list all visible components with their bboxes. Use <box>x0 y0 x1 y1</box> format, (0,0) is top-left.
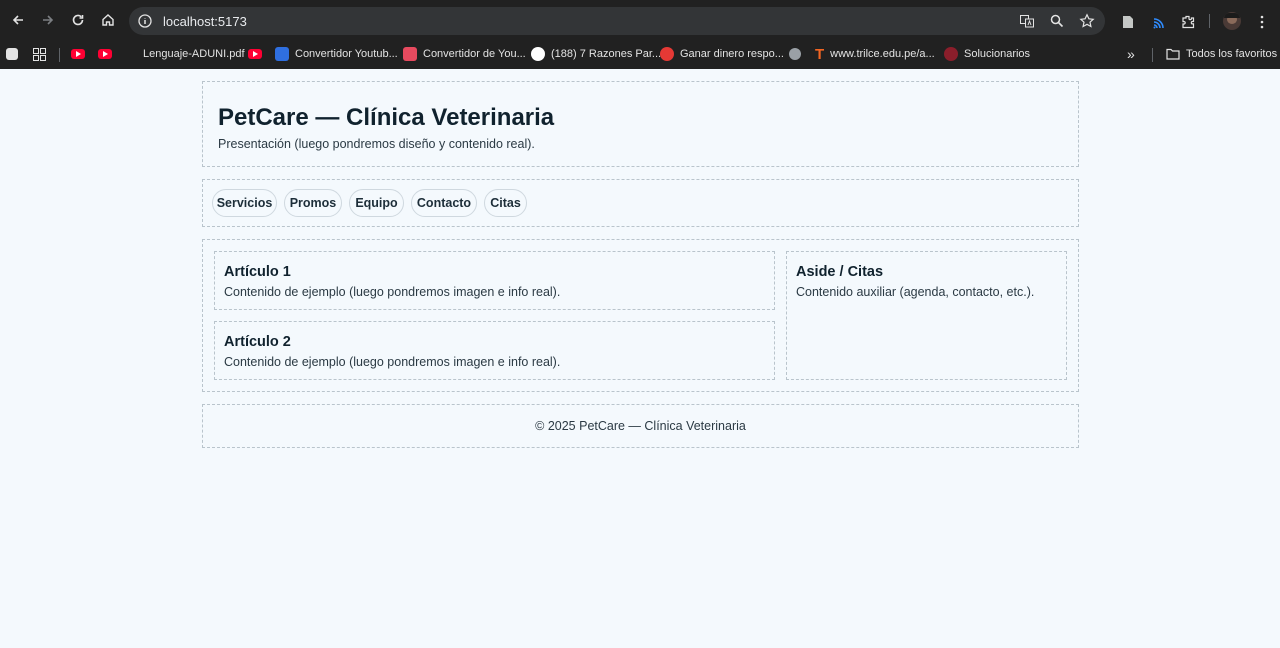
bookmark-label: Convertidor de You... <box>423 48 526 60</box>
site-info-icon[interactable] <box>137 13 153 29</box>
page-viewport: PetCare — Clínica Veterinaria Presentaci… <box>0 69 1280 648</box>
bookmarks-bar: Lenguaje-ADUNI.pdf Convertidor Youtub...… <box>0 40 1280 69</box>
google-icon <box>531 47 545 61</box>
bookmark-trilce[interactable]: Twww.trilce.edu.pe/a... <box>815 45 935 63</box>
bookmark-lenguaje[interactable]: Lenguaje-ADUNI.pdf <box>143 45 245 63</box>
bookmarks-divider <box>59 48 60 62</box>
download-icon <box>403 47 417 61</box>
home-icon <box>102 14 114 26</box>
article-title: Artículo 2 <box>224 334 291 350</box>
bookmark-label: (188) 7 Razones Par... <box>551 48 662 60</box>
bookmark-convertidor-de-you[interactable]: Convertidor de You... <box>403 45 526 63</box>
apps-grid-icon <box>33 47 46 61</box>
bookmark-blank[interactable] <box>6 45 18 63</box>
youtube-icon <box>248 49 262 59</box>
blank-page-icon <box>6 48 18 60</box>
site-footer: © 2025 PetCare — Clínica Veterinaria <box>202 404 1079 448</box>
browser-toolbar: localhost:5173 <box>0 0 1280 40</box>
nav-link-citas[interactable]: Citas <box>484 189 527 217</box>
article-title: Artículo 1 <box>224 264 291 280</box>
reload-icon <box>72 14 84 26</box>
ganar-dinero-icon <box>660 47 674 61</box>
address-bar[interactable]: localhost:5173 <box>129 7 1105 35</box>
aside-panel: Aside / Citas Contenido auxiliar (agenda… <box>786 251 1067 380</box>
site-title: PetCare — Clínica Veterinaria <box>218 104 555 131</box>
bookmarks-overflow-button[interactable]: » <box>1127 45 1135 63</box>
back-button[interactable] <box>4 6 32 34</box>
all-bookmarks-folder[interactable]: Todos los favoritos <box>1166 45 1277 63</box>
bookmarks-divider <box>1152 48 1153 62</box>
globe-icon <box>789 48 801 60</box>
bookmark-ganar-dinero[interactable]: Ganar dinero respo... <box>660 45 784 63</box>
nav-link-equipo[interactable]: Equipo <box>349 189 404 217</box>
toolbar-divider <box>1209 14 1210 28</box>
translate-icon[interactable] <box>1019 13 1035 29</box>
reading-list-icon[interactable] <box>1120 14 1136 30</box>
folder-icon <box>1166 48 1180 60</box>
article-card: Artículo 1 Contenido de ejemplo (luego p… <box>214 251 775 310</box>
bookmark-globe[interactable] <box>789 45 801 63</box>
bookmark-solucionarios[interactable]: Solucionarios <box>944 45 1030 63</box>
bookmark-label: www.trilce.edu.pe/a... <box>830 48 935 60</box>
star-icon[interactable] <box>1079 13 1095 29</box>
browser-chrome: localhost:5173 Lenguaje-ADUNI.pdf Conver… <box>0 0 1280 69</box>
youtube-icon <box>71 49 85 59</box>
site-header: PetCare — Clínica Veterinaria Presentaci… <box>202 81 1079 167</box>
bookmark-youtube-1[interactable] <box>71 45 85 63</box>
bookmark-label: Solucionarios <box>964 48 1031 60</box>
nav-link-servicios[interactable]: Servicios <box>212 189 277 217</box>
url-text[interactable]: localhost:5173 <box>163 14 247 29</box>
footer-copyright: © 2025 PetCare — Clínica Veterinaria <box>535 419 746 433</box>
bookmark-convertidor-youtub[interactable]: Convertidor Youtub... <box>275 45 398 63</box>
avatar-hair <box>1224 13 1240 18</box>
site-subtitle: Presentación (luego pondremos diseño y c… <box>218 137 535 151</box>
main-nav: Servicios Promos Equipo Contacto Citas <box>202 179 1079 227</box>
youtube-icon <box>98 49 112 59</box>
bookmark-label: Convertidor Youtub... <box>295 48 398 60</box>
article-body: Contenido de ejemplo (luego pondremos im… <box>224 355 561 369</box>
bookmark-label: Lenguaje-ADUNI.pdf <box>143 48 245 60</box>
article-card: Artículo 2 Contenido de ejemplo (luego p… <box>214 321 775 380</box>
arrow-left-icon <box>12 15 23 25</box>
double-chevron-right-icon: » <box>1127 46 1135 62</box>
solucionarios-icon <box>944 47 958 61</box>
all-bookmarks-label: Todos los favoritos <box>1186 48 1278 60</box>
main-content: Artículo 1 Contenido de ejemplo (luego p… <box>202 239 1079 392</box>
home-button[interactable] <box>94 6 122 34</box>
aside-title: Aside / Citas <box>796 264 884 280</box>
bookmark-label: Ganar dinero respo... <box>680 48 784 60</box>
menu-icon[interactable] <box>1254 14 1270 30</box>
bookmark-youtube-2[interactable] <box>98 45 112 63</box>
trilce-icon: T <box>815 45 825 63</box>
apps-button[interactable] <box>33 45 46 63</box>
reload-button[interactable] <box>64 6 92 34</box>
arrow-right-icon <box>43 15 54 25</box>
cast-icon[interactable] <box>1150 14 1166 30</box>
bookmark-google-razones[interactable]: (188) 7 Razones Par... <box>531 45 661 63</box>
aside-body: Contenido auxiliar (agenda, contacto, et… <box>796 285 1035 299</box>
nav-link-contacto[interactable]: Contacto <box>411 189 477 217</box>
article-body: Contenido de ejemplo (luego pondremos im… <box>224 285 561 299</box>
bookmark-youtube-3[interactable] <box>248 45 262 63</box>
video-converter-icon <box>275 47 289 61</box>
nav-link-promos[interactable]: Promos <box>284 189 342 217</box>
extensions-icon[interactable] <box>1180 14 1196 30</box>
profile-avatar[interactable] <box>1223 12 1241 30</box>
zoom-icon[interactable] <box>1049 13 1065 29</box>
forward-button[interactable] <box>34 6 62 34</box>
